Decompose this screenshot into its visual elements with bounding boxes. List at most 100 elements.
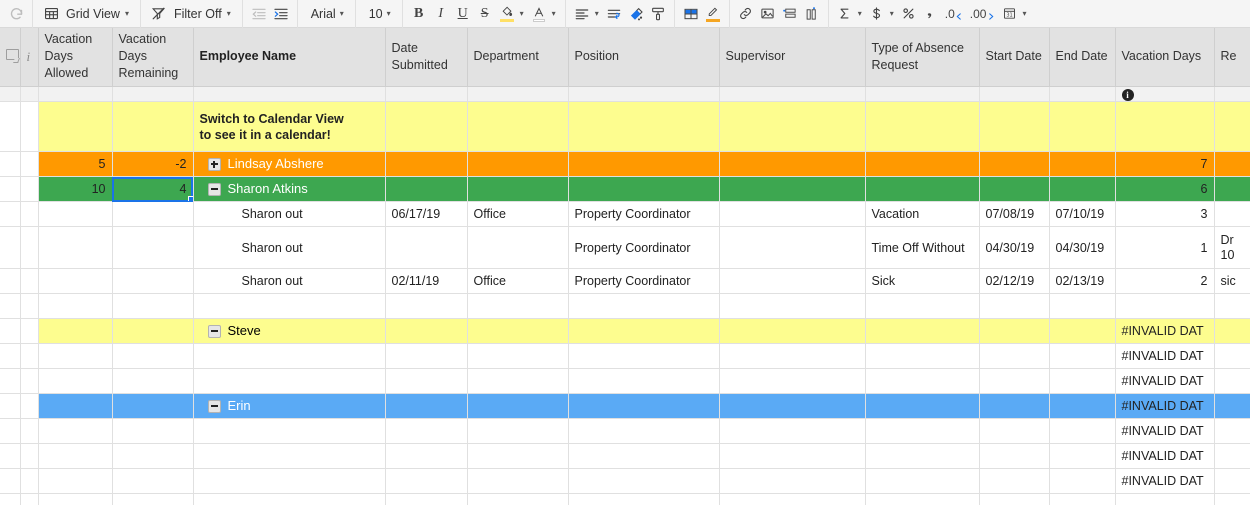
cell-reason[interactable] <box>1214 201 1250 227</box>
cell-department[interactable]: Office <box>467 268 569 294</box>
format-painter-icon[interactable] <box>647 3 669 25</box>
chevron-down-icon[interactable]: ▾ <box>225 9 235 18</box>
cell-date-submitted[interactable] <box>385 293 468 319</box>
cell-date-submitted[interactable] <box>385 493 468 505</box>
cell-position[interactable] <box>568 101 720 152</box>
cell-start-date[interactable] <box>979 443 1050 469</box>
align-left-icon[interactable] <box>571 3 593 25</box>
cell-position[interactable] <box>568 343 720 369</box>
filter-cell[interactable] <box>385 86 468 102</box>
cell-days-remaining[interactable] <box>112 101 194 152</box>
cell-department[interactable] <box>467 318 569 344</box>
increase-decimal-icon[interactable]: .00 <box>967 3 999 25</box>
cell-end-date[interactable] <box>1049 101 1116 152</box>
cell-reason[interactable] <box>1214 176 1250 202</box>
cell-date-submitted[interactable] <box>385 176 468 202</box>
cell-end-date[interactable]: 07/10/19 <box>1049 201 1116 227</box>
currency-dollar-icon[interactable] <box>866 3 888 25</box>
cell-supervisor[interactable] <box>719 226 866 269</box>
chevron-down-icon[interactable]: ▾ <box>888 9 898 18</box>
cell-reason[interactable] <box>1214 101 1250 152</box>
cell-days-remaining[interactable] <box>112 318 194 344</box>
comment-icon[interactable] <box>0 28 21 87</box>
cell-reason[interactable] <box>1214 418 1250 444</box>
cell-supervisor[interactable] <box>719 268 866 294</box>
cell-position[interactable] <box>568 368 720 394</box>
cell-position[interactable] <box>568 468 720 494</box>
cell-absence-type[interactable]: Vacation <box>865 201 980 227</box>
column-header-start-date[interactable]: Start Date <box>979 28 1050 87</box>
filter-button[interactable]: Filter Off ▾ <box>146 3 237 25</box>
cell-start-date[interactable] <box>979 293 1050 319</box>
cell-absence-type[interactable] <box>865 393 980 419</box>
cell-employee-name[interactable]: Erin <box>193 393 386 419</box>
cell-supervisor[interactable] <box>719 493 866 505</box>
cell-department[interactable] <box>467 493 569 505</box>
cell-vacation-days[interactable] <box>1115 293 1215 319</box>
cell-reason[interactable]: sic <box>1214 268 1250 294</box>
sum-sigma-icon[interactable] <box>834 3 856 25</box>
chevron-down-icon[interactable]: ▾ <box>1020 9 1030 18</box>
cell-absence-type[interactable]: Time Off Without <box>865 226 980 269</box>
chevron-down-icon[interactable]: ▾ <box>593 9 603 18</box>
column-header-department[interactable]: Department <box>467 28 569 87</box>
cell-days-allowed[interactable] <box>38 101 113 152</box>
cell-days-allowed[interactable] <box>38 201 113 227</box>
cell-vacation-days[interactable]: 1 <box>1115 226 1215 269</box>
cell-days-allowed[interactable] <box>38 268 113 294</box>
cell-days-remaining[interactable] <box>112 201 194 227</box>
cell-supervisor[interactable] <box>719 468 866 494</box>
insert-row-icon[interactable] <box>779 3 801 25</box>
cell-start-date[interactable]: 07/08/19 <box>979 201 1050 227</box>
cell-employee-name[interactable] <box>193 343 386 369</box>
cell-vacation-days[interactable] <box>1115 101 1215 152</box>
filter-cell[interactable] <box>112 86 194 102</box>
row-expander-plus-icon[interactable] <box>207 157 221 171</box>
highlight-icon[interactable] <box>702 3 724 25</box>
cell-start-date[interactable] <box>979 151 1050 177</box>
cell-department[interactable] <box>467 151 569 177</box>
cell-days-allowed[interactable] <box>38 368 113 394</box>
italic-button[interactable]: I <box>430 3 452 25</box>
font-size-select[interactable]: 10 ▾ <box>361 3 397 25</box>
cell-days-allowed[interactable] <box>38 468 113 494</box>
cell-vacation-days[interactable]: #INVALID DAT <box>1115 443 1215 469</box>
filter-cell[interactable] <box>865 86 980 102</box>
cell-start-date[interactable] <box>979 101 1050 152</box>
cell-start-date[interactable] <box>979 368 1050 394</box>
insert-link-icon[interactable] <box>735 3 757 25</box>
cell-end-date[interactable] <box>1049 393 1116 419</box>
cell-days-allowed[interactable] <box>38 393 113 419</box>
cell-days-remaining[interactable] <box>112 468 194 494</box>
cell-employee-name[interactable]: Steve <box>193 318 386 344</box>
cell-department[interactable] <box>467 443 569 469</box>
cell-days-remaining[interactable] <box>112 443 194 469</box>
cell-position[interactable] <box>568 151 720 177</box>
cell-days-allowed[interactable]: 10 <box>38 176 113 202</box>
cell-position[interactable] <box>568 493 720 505</box>
cell-supervisor[interactable] <box>719 443 866 469</box>
cell-department[interactable] <box>467 343 569 369</box>
cell-days-remaining[interactable]: 4 <box>112 176 194 202</box>
cell-employee-name[interactable] <box>193 493 386 505</box>
chevron-down-icon[interactable]: ▾ <box>385 9 395 18</box>
cell-vacation-days[interactable]: #INVALID DAT <box>1115 393 1215 419</box>
chevron-down-icon[interactable]: ▾ <box>856 9 866 18</box>
cell-department[interactable]: Office <box>467 201 569 227</box>
cell-department[interactable] <box>467 418 569 444</box>
cell-vacation-days[interactable]: 2 <box>1115 268 1215 294</box>
cell-department[interactable] <box>467 226 569 269</box>
cell-supervisor[interactable] <box>719 151 866 177</box>
column-info-indicator[interactable]: i <box>1115 86 1215 102</box>
cell-employee-name[interactable] <box>193 418 386 444</box>
clear-format-icon[interactable] <box>625 3 647 25</box>
cell-date-submitted[interactable] <box>385 226 468 269</box>
filter-cell[interactable] <box>568 86 720 102</box>
column-header-supervisor[interactable]: Supervisor <box>719 28 866 87</box>
underline-button[interactable]: U <box>452 3 474 25</box>
cell-vacation-days[interactable]: #INVALID DAT <box>1115 343 1215 369</box>
cell-days-remaining[interactable] <box>112 268 194 294</box>
cell-days-allowed[interactable] <box>38 343 113 369</box>
cell-date-submitted[interactable]: 06/17/19 <box>385 201 468 227</box>
text-wrap-icon[interactable] <box>603 3 625 25</box>
